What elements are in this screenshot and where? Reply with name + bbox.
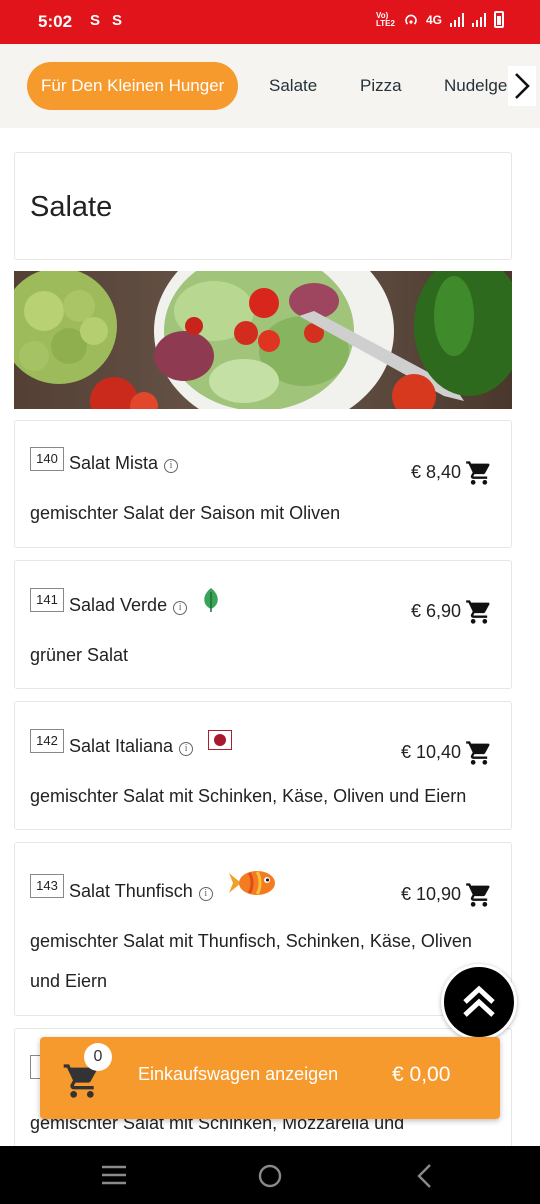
signal-icon <box>450 12 464 27</box>
vegetarian-leaf-icon <box>204 588 218 612</box>
scroll-to-top-button[interactable] <box>441 964 517 1040</box>
hotspot-icon <box>405 14 417 25</box>
menu-item[interactable]: 140 Salat Mista i € 8,40 gemischter Salat… <box>14 420 512 548</box>
double-chevron-up-icon <box>463 985 495 1017</box>
menu-icon[interactable] <box>101 1165 127 1185</box>
volte-label: Vo) LTE2 <box>375 10 395 28</box>
item-description: gemischter Salat mit Thunfisch, Schinken… <box>30 931 472 991</box>
system-nav-bar <box>0 1146 540 1204</box>
status-bar: 5:02 S S Vo) LTE2 4G <box>0 0 540 44</box>
menu-item[interactable]: 142 Salat Italiana i € 10,40 gemischter S… <box>14 701 512 830</box>
tab-nudelgerichte[interactable]: Nudelge <box>444 62 507 110</box>
item-number: 140 <box>30 447 64 471</box>
add-to-cart-icon[interactable] <box>465 598 493 626</box>
add-to-cart-icon[interactable] <box>465 881 493 909</box>
item-name-label: Salat Italiana <box>69 736 174 756</box>
item-price: € 10,90 <box>400 884 461 904</box>
view-cart-button[interactable]: 0 Einkaufswagen anzeigen € 0,00 <box>40 1037 500 1119</box>
item-number: 141 <box>30 588 64 612</box>
tab-salate[interactable]: Salate <box>269 62 317 110</box>
item-price: € 8,40 <box>410 462 461 482</box>
status-s-icon: S <box>112 12 123 29</box>
section-header: Salate <box>14 152 512 260</box>
add-to-cart-icon[interactable] <box>465 739 493 767</box>
home-icon[interactable] <box>257 1163 283 1189</box>
status-indicators: Vo) LTE2 4G <box>376 11 504 28</box>
item-name: Salad Verde i <box>69 595 188 616</box>
cart-count-badge: 0 <box>84 1043 112 1071</box>
salad-banner-image <box>14 271 512 409</box>
info-icon[interactable]: i <box>164 459 179 473</box>
item-price: € 10,40 <box>400 742 461 762</box>
info-icon[interactable]: i <box>179 742 194 756</box>
menu-item[interactable]: 143 Salat Thunfisch i € 10,90 gemischter … <box>14 842 512 1016</box>
back-icon[interactable] <box>414 1163 434 1189</box>
item-name-label: Salad Verde <box>69 595 168 615</box>
menu-item[interactable]: 141 Salad Verde i € 6,90 grüner Salat <box>14 560 512 689</box>
status-time: 5:02 <box>38 12 73 31</box>
item-description: grüner Salat <box>30 645 129 665</box>
item-description: gemischter Salat der Saison mit Oliven <box>30 503 341 523</box>
chevron-right-icon[interactable] <box>508 66 536 106</box>
add-to-cart-icon[interactable] <box>465 459 493 487</box>
item-name: Salat Thunfisch i <box>69 881 213 902</box>
tab-pizza[interactable]: Pizza <box>360 62 402 110</box>
cart-total: € 0,00 <box>392 1063 451 1086</box>
item-number: 142 <box>30 729 64 753</box>
cart-label: Einkaufswagen anzeigen <box>138 1064 339 1084</box>
item-description: gemischter Salat mit Schinken, Käse, Oli… <box>30 786 467 806</box>
section-title: Salate <box>30 191 113 223</box>
battery-icon <box>494 11 504 28</box>
status-s-icon: S <box>90 12 101 29</box>
item-price: € 6,90 <box>410 601 461 621</box>
signal-icon <box>472 12 486 27</box>
tab-fur-den-kleinen-hunger[interactable]: Für Den Kleinen Hunger <box>27 62 239 110</box>
info-icon[interactable]: i <box>173 601 188 615</box>
item-name-label: Salat Mista <box>69 453 159 473</box>
meat-icon <box>208 730 232 750</box>
fish-icon <box>229 871 275 895</box>
item-name: Salat Italiana i <box>69 736 194 757</box>
item-name-label: Salat Thunfisch <box>69 881 193 901</box>
category-tabs: Für Den Kleinen Hunger Salate Pizza Nude… <box>0 44 540 128</box>
info-icon[interactable]: i <box>198 887 213 901</box>
item-number: 143 <box>30 874 64 898</box>
network-type: 4G <box>425 12 442 27</box>
item-name: Salat Mista i <box>69 453 179 474</box>
